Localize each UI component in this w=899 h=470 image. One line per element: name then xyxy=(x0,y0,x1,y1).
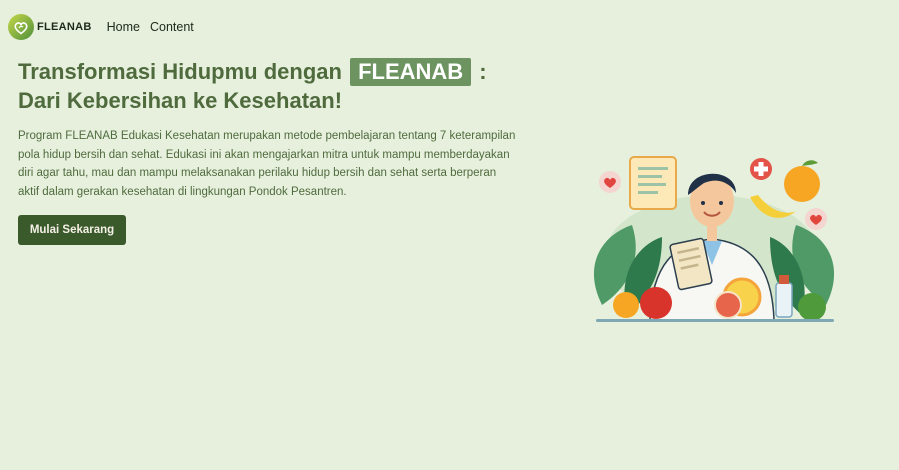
apple-icon xyxy=(640,287,672,319)
brand-highlight: FLEANAB xyxy=(350,58,472,86)
bottle-icon xyxy=(775,282,793,318)
doctor-illustration xyxy=(593,156,835,322)
green-apple-icon xyxy=(798,293,826,321)
hero-title: Transformasi Hidupmu dengan FLEANAB : Dar… xyxy=(18,57,538,115)
nav-link-home[interactable]: Home xyxy=(107,20,140,34)
nav-link-content[interactable]: Content xyxy=(150,20,194,34)
hero-description: Program FLEANAB Edukasi Kesehatan merupa… xyxy=(18,130,516,198)
brand-name[interactable]: FLEANAB xyxy=(37,21,92,33)
hero-title-part1: Transformasi Hidupmu dengan xyxy=(18,59,342,84)
orange-slice-icon xyxy=(613,292,639,318)
start-now-button[interactable]: Mulai Sekarang xyxy=(18,215,126,245)
hero-title-colon: : xyxy=(479,59,487,84)
grapefruit-icon xyxy=(714,291,742,319)
ground-line xyxy=(596,319,834,322)
heart-leaf-icon[interactable] xyxy=(8,14,34,40)
navbar: FLEANAB Home Content xyxy=(8,13,194,41)
hero-title-line2: Dari Kebersihan ke Kesehatan! xyxy=(18,88,343,113)
orange-icon xyxy=(784,166,820,202)
